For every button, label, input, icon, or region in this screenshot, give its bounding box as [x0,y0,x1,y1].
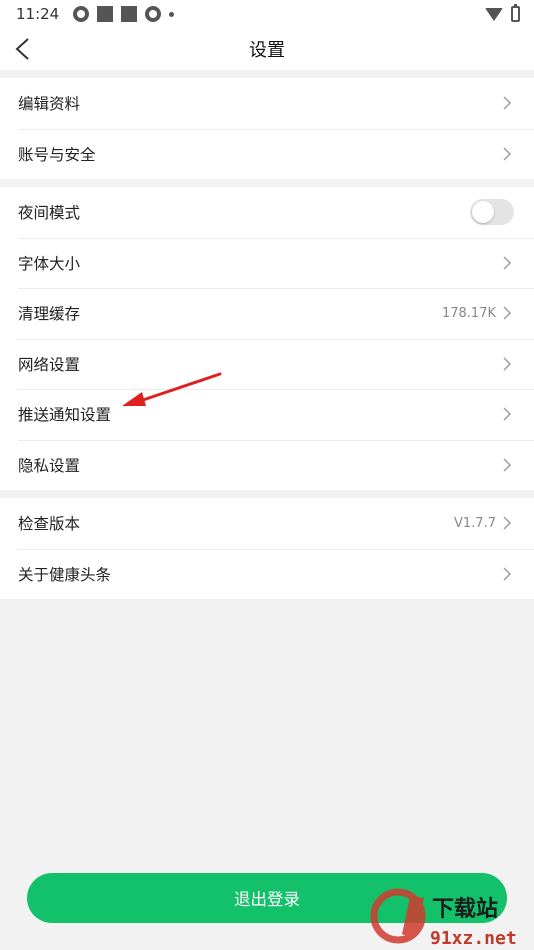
row-label: 编辑资料 [18,95,81,114]
settings-group-about: 检查版本 V1.7.7 关于健康头条 [0,498,534,599]
edit-profile-row[interactable]: 编辑资料 [0,78,534,129]
row-label: 检查版本 [18,515,81,534]
night-mode-row: 夜间模式 [0,187,534,238]
privacy-settings-row[interactable]: 隐私设置 [0,439,534,491]
watermark-text: 下载站 [432,896,498,922]
row-label: 网络设置 [18,355,81,374]
app-notification-icon [121,6,138,22]
toggle-knob [472,201,494,224]
chevron-right-icon [503,96,511,110]
check-version-row[interactable]: 检查版本 V1.7.7 [0,498,534,549]
wifi-icon [485,7,503,21]
settings-group-general: 夜间模式 字体大小 清理缓存 178.17K 网络设置 推送通知设置 隐私设置 [0,187,534,490]
chevron-right-icon [503,407,511,421]
chevron-right-icon [503,306,511,320]
status-right [485,4,520,22]
chevron-right-icon [503,147,511,161]
app-notification-icon [97,6,114,22]
row-label: 账号与安全 [18,145,96,164]
row-label: 隐私设置 [18,456,81,475]
cache-size-value: 178.17K [441,305,496,321]
watermark-logo: 下载站 91xz.net [370,888,517,949]
row-label: 关于健康头条 [18,565,112,584]
version-value: V1.7.7 [454,515,496,531]
status-bar: 11:24 [0,0,534,28]
chevron-right-icon [503,357,511,371]
app-notification-icon [145,6,162,22]
night-mode-toggle[interactable] [470,199,514,226]
network-settings-row[interactable]: 网络设置 [0,338,534,390]
watermark-url: 91xz.net [430,928,517,949]
font-size-row[interactable]: 字体大小 [0,237,534,289]
page-title: 设置 [249,40,285,61]
battery-icon [511,4,520,22]
row-label: 推送通知设置 [18,406,112,425]
row-label: 夜间模式 [18,204,81,223]
settings-group-profile: 编辑资料 账号与安全 [0,78,534,179]
account-security-row[interactable]: 账号与安全 [0,128,534,180]
chevron-right-icon [503,567,511,581]
row-label: 字体大小 [18,254,81,273]
chevron-right-icon [503,458,511,472]
clear-cache-row[interactable]: 清理缓存 178.17K [0,288,534,339]
push-notification-settings-row[interactable]: 推送通知设置 [0,389,534,440]
row-label: 清理缓存 [18,305,81,324]
chevron-right-icon [503,516,511,530]
nav-bar: 设置 [0,28,534,70]
status-time: 11:24 [16,5,60,23]
chevron-right-icon [503,256,511,270]
more-notifications-dot-icon [169,11,175,17]
back-arrow-icon[interactable] [12,36,36,62]
about-app-row[interactable]: 关于健康头条 [0,548,534,600]
app-notification-icon [73,6,90,22]
